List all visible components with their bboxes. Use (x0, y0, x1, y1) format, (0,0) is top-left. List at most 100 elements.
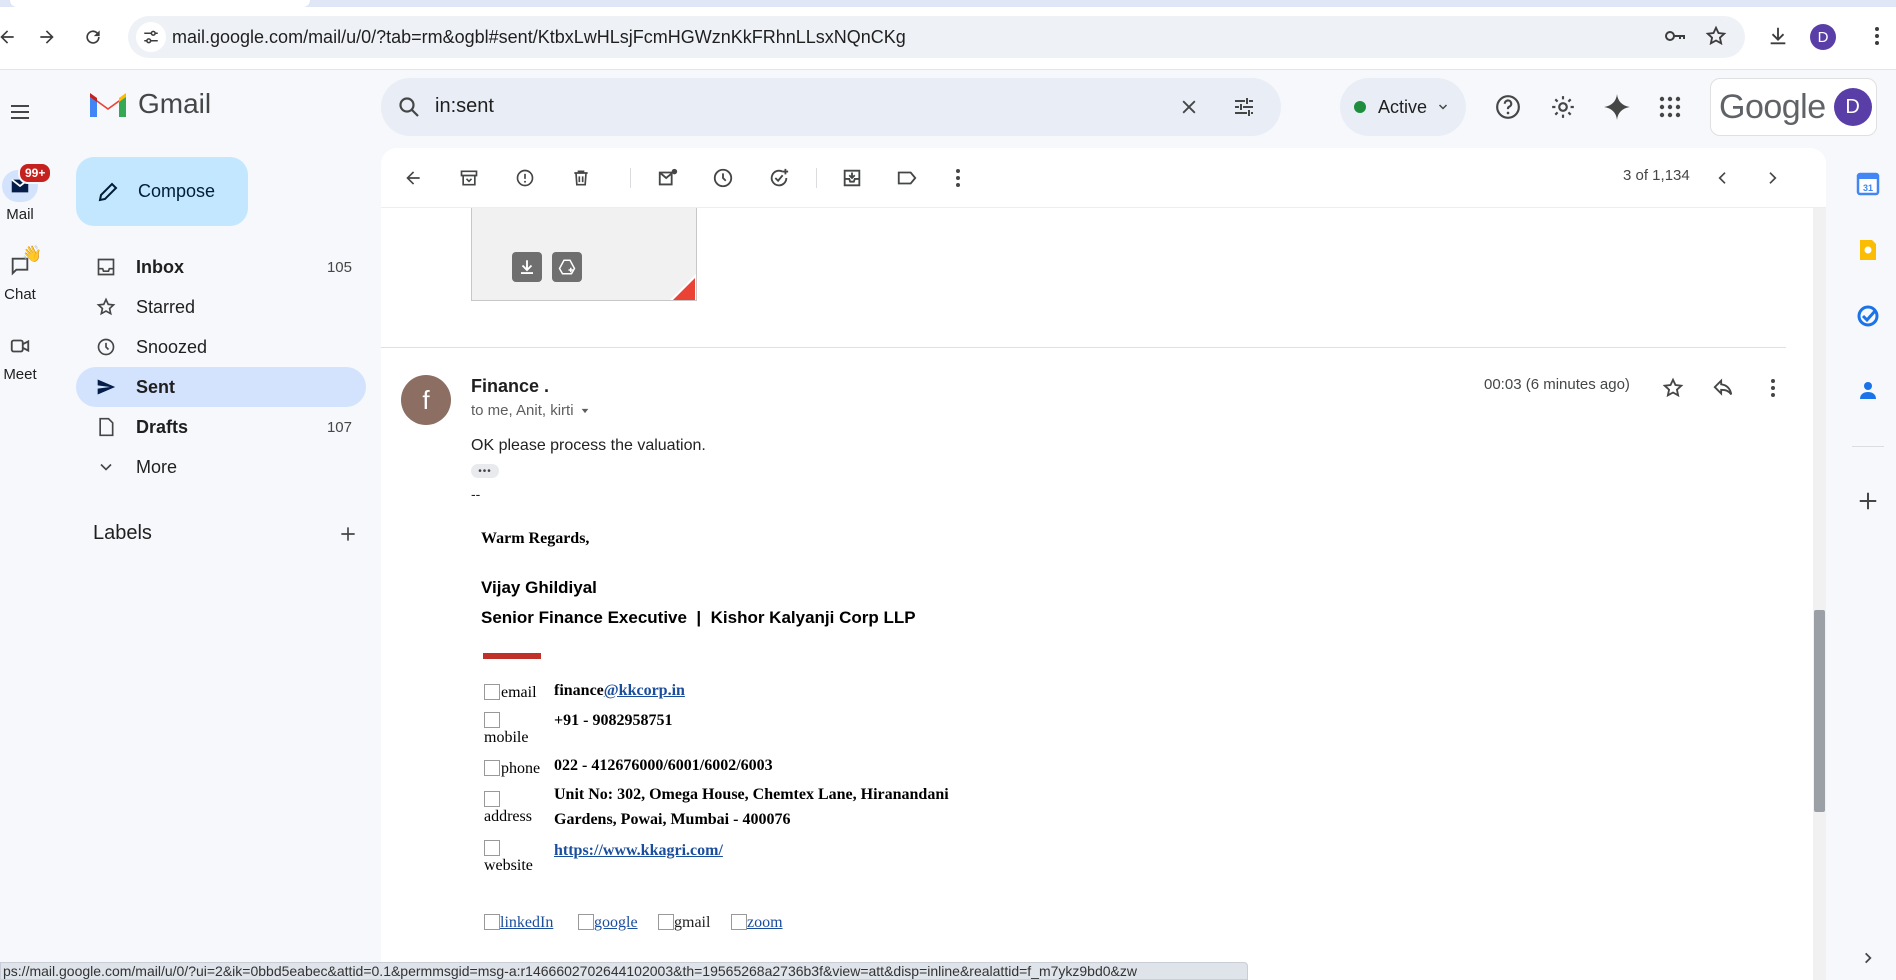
rail-chat-label: Chat (4, 286, 36, 303)
browser-profile-avatar[interactable]: D (1810, 24, 1836, 50)
nav-drafts[interactable]: Drafts 107 (76, 407, 366, 447)
recipients-text: to me, Anit, kirti (471, 402, 574, 419)
mark-unread-icon[interactable] (654, 164, 682, 192)
broken-image-icon (731, 914, 747, 930)
rail-chat[interactable]: 👋 Chat (0, 246, 42, 303)
nav-starred[interactable]: Starred (76, 287, 366, 327)
compose-button[interactable]: Compose (76, 157, 248, 226)
nav-sent[interactable]: Sent (76, 367, 366, 407)
report-spam-icon[interactable] (511, 164, 539, 192)
status-label: Active (1378, 96, 1428, 117)
contacts-icon[interactable] (1850, 372, 1886, 408)
linkedin-link[interactable]: linkedIn (484, 914, 553, 932)
save-to-drive-icon[interactable] (552, 252, 582, 282)
nav-label: Drafts (136, 416, 189, 437)
website-image-alt: website (484, 840, 533, 874)
side-panel: 31 (1840, 148, 1896, 980)
toolbar-divider (630, 168, 631, 188)
search-input[interactable]: in:sent (435, 95, 494, 118)
google-link[interactable]: google (578, 914, 638, 932)
bookmark-star-icon[interactable] (1701, 21, 1731, 51)
url-text[interactable]: mail.google.com/mail/u/0/?tab=rm&ogbl#se… (172, 27, 906, 48)
delete-icon[interactable] (567, 164, 595, 192)
move-to-icon[interactable] (838, 164, 866, 192)
compose-label: Compose (138, 181, 216, 201)
recipients-line[interactable]: to me, Anit, kirti (471, 402, 590, 419)
message-divider (381, 347, 1786, 348)
zoom-link[interactable]: zoom (731, 914, 783, 932)
keep-icon[interactable] (1850, 232, 1886, 268)
snooze-icon[interactable] (709, 164, 737, 192)
rail-meet[interactable]: Meet (0, 330, 40, 383)
site-info-icon[interactable] (136, 22, 166, 52)
reply-icon[interactable] (1709, 374, 1737, 402)
show-side-panel-icon[interactable] (1850, 940, 1886, 976)
attachment-thumbnail[interactable] (471, 208, 697, 301)
signature-website-link[interactable]: https://www.kkagri.com/ (554, 838, 723, 863)
search-bar[interactable]: in:sent (381, 78, 1281, 136)
key-icon[interactable] (1660, 21, 1690, 51)
chevron-down-icon (100, 463, 112, 471)
signature-greeting: Warm Regards, (481, 530, 590, 547)
broken-image-icon (578, 914, 594, 930)
wave-emoji-icon: 👋 (22, 246, 42, 263)
sender-name[interactable]: Finance . (471, 376, 549, 397)
apps-grid-icon[interactable] (1653, 90, 1687, 124)
older-icon[interactable] (1758, 164, 1786, 192)
signature-email: finance@kkcorp.in (554, 682, 685, 699)
gmail-link[interactable]: gmail (658, 914, 710, 932)
gemini-sparkle-icon[interactable] (1600, 90, 1634, 124)
search-icon[interactable] (395, 93, 423, 121)
add-label-icon[interactable] (338, 524, 358, 544)
nav-label: Sent (136, 376, 176, 397)
star-message-icon[interactable] (1659, 374, 1687, 402)
label-icon[interactable] (893, 164, 921, 192)
help-icon[interactable] (1491, 90, 1525, 124)
more-options-icon[interactable] (944, 164, 972, 192)
forward-icon[interactable] (30, 20, 64, 54)
scrollbar-thumb[interactable] (1814, 610, 1825, 812)
recipient-details-icon[interactable] (580, 406, 590, 416)
reload-icon[interactable] (76, 20, 110, 54)
meet-icon (2, 330, 38, 362)
nav-inbox[interactable]: Inbox 105 (76, 247, 366, 287)
broken-image-icon (484, 760, 500, 776)
clear-search-icon[interactable] (1175, 93, 1203, 121)
signature-title: Senior Finance Executive | Kishor Kalyan… (481, 608, 916, 627)
send-icon (97, 379, 116, 395)
gmail-logo[interactable]: Gmail (88, 88, 211, 120)
status-dropdown[interactable]: Active (1340, 78, 1466, 136)
newer-icon[interactable] (1709, 164, 1737, 192)
google-account-button[interactable]: Google D (1710, 78, 1877, 136)
archive-icon[interactable] (455, 164, 483, 192)
download-icon[interactable] (1763, 21, 1793, 51)
email-domain-link[interactable]: @kkcorp.in (604, 682, 685, 699)
tasks-icon[interactable] (1850, 298, 1886, 334)
back-to-list-icon[interactable] (399, 164, 427, 192)
browser-menu-icon[interactable] (1862, 21, 1892, 51)
calendar-icon[interactable]: 31 (1850, 166, 1886, 202)
attachment-download-icon[interactable] (512, 252, 542, 282)
active-tab[interactable] (10, 0, 310, 7)
show-trimmed-content-button[interactable]: ••• (471, 464, 499, 478)
scrollbar-track[interactable] (1813, 208, 1826, 980)
nav-label: Snoozed (136, 336, 208, 357)
labels-header: Labels (93, 522, 358, 545)
toolbar-divider (816, 168, 817, 188)
get-addons-plus-icon[interactable] (1850, 483, 1886, 519)
rail-mail[interactable]: 99+ Mail (0, 162, 53, 223)
nav-more[interactable]: More (76, 447, 366, 487)
sender-avatar[interactable]: f (401, 375, 451, 425)
message-more-icon[interactable] (1759, 374, 1787, 402)
address-bar[interactable]: mail.google.com/mail/u/0/?tab=rm&ogbl#se… (128, 16, 1745, 58)
mobile-image-alt: mobile (484, 712, 528, 746)
nav-label: Starred (136, 296, 196, 317)
add-task-icon[interactable] (765, 164, 793, 192)
settings-gear-icon[interactable] (1546, 90, 1580, 124)
main-menu-icon[interactable] (4, 96, 36, 128)
rail-mail-label: Mail (6, 206, 34, 223)
back-icon[interactable] (0, 20, 24, 54)
signature-phone: 022 - 412676000/6001/6002/6003 (554, 757, 773, 774)
search-options-icon[interactable] (1230, 93, 1258, 121)
nav-snoozed[interactable]: Snoozed (76, 327, 366, 367)
